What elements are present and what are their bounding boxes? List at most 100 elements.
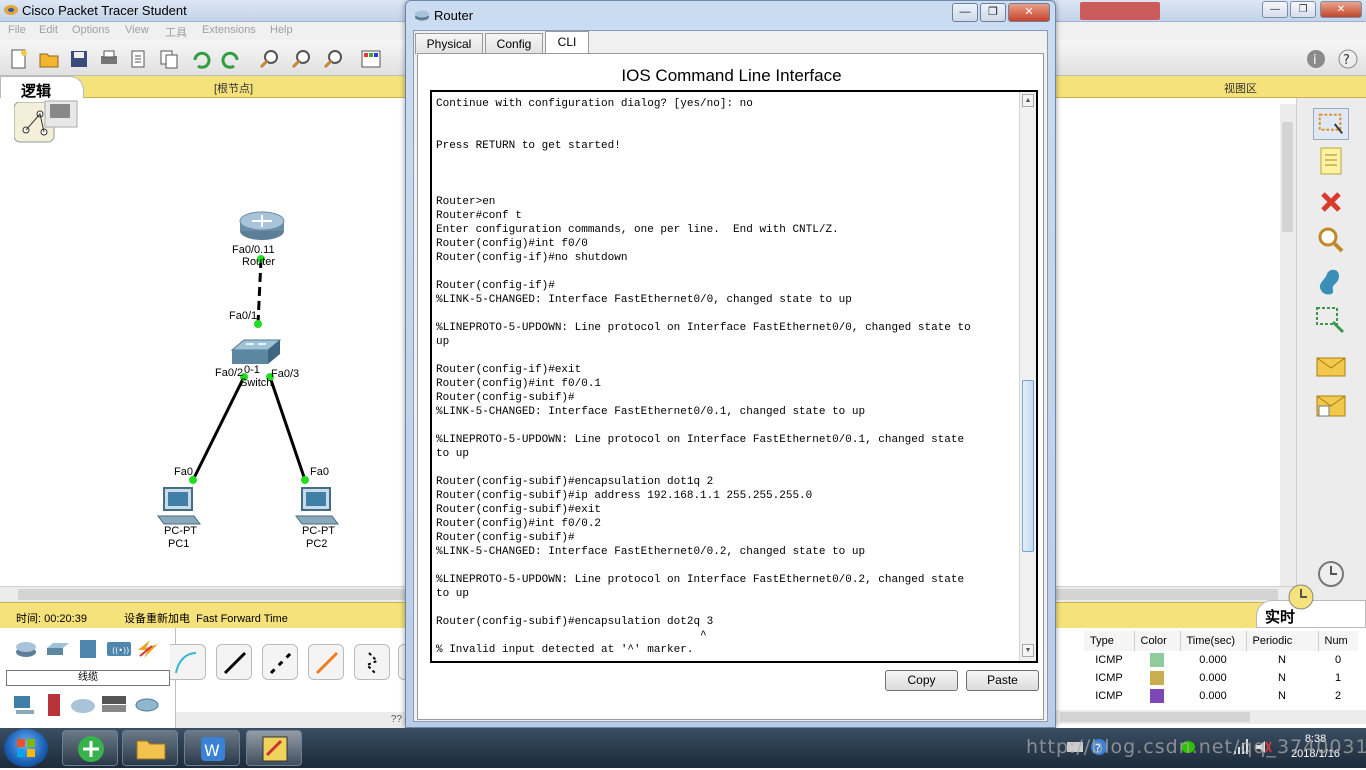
copy-button[interactable]: Copy (885, 670, 958, 691)
paste-button[interactable]: Paste (966, 670, 1039, 691)
simulation-clock-icon[interactable] (1313, 558, 1349, 590)
switches-category-icon[interactable] (46, 642, 70, 656)
save-icon[interactable] (68, 48, 90, 70)
terminal-line: %LINEPROTO-5-UPDOWN: Line protocol on In… (436, 574, 965, 586)
wireless-category-icon[interactable]: ((•)) (106, 640, 132, 658)
scroll-thumb[interactable] (1282, 122, 1293, 232)
workspace-vertical-scrollbar[interactable] (1280, 104, 1296, 586)
delete-icon[interactable] (1313, 186, 1349, 218)
scroll-thumb[interactable] (1060, 712, 1250, 722)
zoom-reset-icon[interactable] (290, 48, 312, 70)
routers-category-icon[interactable] (14, 640, 38, 658)
menu-view[interactable]: View (125, 24, 149, 36)
app-close-button[interactable]: ✕ (1320, 1, 1362, 18)
menu-options[interactable]: Options (72, 24, 110, 36)
tab-config[interactable]: Config (485, 33, 543, 54)
pdu-header-num[interactable]: Num (1318, 631, 1358, 651)
terminal-line: %LINK-5-CHANGED: Interface FastEthernet0… (436, 294, 852, 306)
table-row[interactable]: ICMP 0.000 N 1 (1084, 669, 1358, 687)
inspect-icon[interactable] (1313, 224, 1349, 256)
help-icon[interactable]: i (1305, 48, 1327, 70)
multiuser-category-icon[interactable] (134, 696, 160, 714)
crossover-cable-button[interactable] (262, 644, 298, 680)
connections-scrollbar[interactable]: ?? (176, 712, 406, 728)
pc1-device-icon[interactable] (156, 486, 202, 526)
pc2-name-label[interactable]: PC2 (306, 538, 327, 550)
pdu-header-periodic[interactable]: Periodic (1246, 631, 1319, 651)
switch-port-left-label: Fa0/2 (215, 367, 244, 379)
router-name-label[interactable]: Router (242, 256, 275, 268)
table-row[interactable]: ICMP 0.000 N 0 (1084, 651, 1358, 669)
terminal-line: to up (436, 448, 470, 460)
pdu-header-color[interactable]: Color (1134, 631, 1181, 651)
terminal-scrollbar[interactable]: ▲ ▼ (1019, 92, 1036, 661)
viewport-label[interactable]: 视图区 (1224, 80, 1257, 96)
undo-icon[interactable] (190, 48, 212, 70)
select-icon[interactable] (1313, 108, 1349, 140)
open-folder-icon[interactable] (38, 48, 60, 70)
menu-help[interactable]: Help (270, 24, 293, 36)
start-button[interactable] (4, 729, 48, 767)
app-minimize-button[interactable]: — (1262, 1, 1288, 18)
app-restore-button[interactable]: ❐ (1290, 1, 1316, 18)
menu-edit[interactable]: Edit (39, 24, 58, 36)
menu-tools[interactable]: 工具 (165, 24, 187, 40)
table-row[interactable]: ICMP 0.000 N 2 (1084, 687, 1358, 705)
end-devices-category-icon[interactable] (12, 694, 38, 716)
activity-wizard-icon[interactable] (128, 48, 150, 70)
power-cycle-devices-button[interactable]: 设备重新加电 Fast Forward Time (124, 610, 288, 626)
question-icon[interactable]: ? (1337, 48, 1359, 70)
hubs-category-icon[interactable] (78, 638, 98, 660)
pdu-header-type[interactable]: Type (1084, 631, 1135, 651)
pdu-num-cell: 0 (1334, 654, 1342, 666)
taskbar-browser-button[interactable] (62, 730, 118, 766)
taskbar-wps-button[interactable]: W (184, 730, 240, 766)
serial-cable-button[interactable] (354, 644, 390, 680)
pc2-device-icon[interactable] (294, 486, 340, 526)
copy-icon[interactable] (158, 48, 180, 70)
pdu-header-time[interactable]: Time(sec) (1180, 631, 1247, 651)
switch-device-icon[interactable] (230, 338, 282, 366)
dialog-close-button[interactable]: ✕ (1008, 3, 1050, 22)
palette-icon[interactable] (360, 48, 382, 70)
connections-category-icon[interactable] (136, 638, 160, 660)
terminal-line: Router#conf t (436, 210, 522, 222)
taskbar-explorer-button[interactable] (122, 730, 178, 766)
scroll-thumb[interactable] (1022, 380, 1034, 552)
pc1-name-label[interactable]: PC1 (168, 538, 189, 550)
zoom-out-icon[interactable] (322, 48, 344, 70)
draw-shape-icon[interactable] (1313, 264, 1349, 296)
console-cable-button[interactable] (170, 644, 206, 680)
zoom-in-icon[interactable] (258, 48, 280, 70)
print-icon[interactable] (98, 48, 120, 70)
menu-file[interactable]: File (8, 24, 26, 36)
custom-devices-category-icon[interactable] (100, 694, 128, 714)
wan-emulation-category-icon[interactable] (70, 696, 96, 714)
menu-extensions[interactable]: Extensions (202, 24, 256, 36)
redo-icon[interactable] (220, 48, 242, 70)
straight-through-cable-button[interactable] (216, 644, 252, 680)
add-complex-pdu-icon[interactable] (1313, 390, 1349, 422)
router-device-icon[interactable] (238, 211, 286, 241)
realtime-tab[interactable]: 实时 (1256, 584, 1366, 628)
note-icon[interactable] (1313, 146, 1349, 178)
tab-physical[interactable]: Physical (415, 33, 483, 54)
cli-terminal[interactable]: Continue with configuration dialog? [yes… (430, 90, 1038, 663)
pdu-time-cell: 0.000 (1199, 672, 1227, 684)
fiber-cable-button[interactable] (308, 644, 344, 680)
add-simple-pdu-icon[interactable] (1313, 350, 1349, 382)
pdu-horizontal-scrollbar[interactable] (1056, 710, 1366, 724)
resize-icon[interactable] (1313, 304, 1349, 336)
new-file-icon[interactable] (8, 48, 30, 70)
dialog-maximize-button[interactable]: ❐ (980, 3, 1006, 22)
security-category-icon[interactable] (44, 692, 64, 718)
taskbar-packet-tracer-button[interactable] (246, 730, 302, 766)
scroll-down-arrow-icon[interactable]: ▼ (1022, 644, 1034, 657)
pdu-table: Type Color Time(sec) Periodic Num ICMP 0… (1084, 631, 1358, 705)
dialog-minimize-button[interactable]: — (952, 3, 978, 22)
root-node-label[interactable]: [根节点] (214, 80, 253, 96)
scroll-up-arrow-icon[interactable]: ▲ (1022, 94, 1034, 107)
switch-name-label[interactable]: Switch (240, 377, 272, 389)
terminal-output[interactable]: Continue with configuration dialog? [yes… (436, 97, 1021, 657)
tab-cli[interactable]: CLI (545, 31, 589, 54)
